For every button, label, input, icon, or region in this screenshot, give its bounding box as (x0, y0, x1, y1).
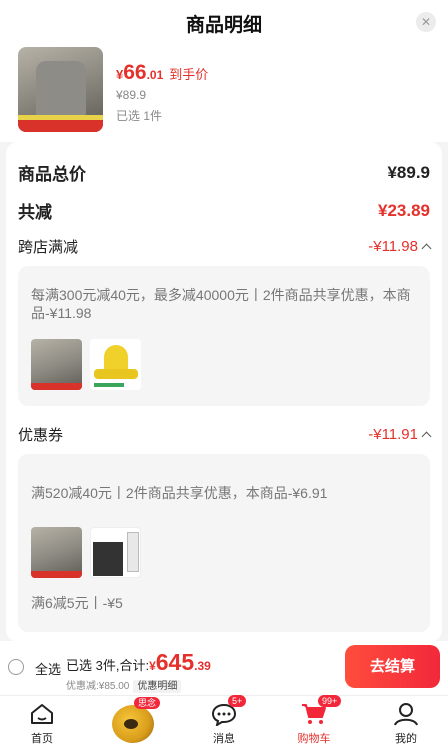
bottom-tabbar: 首页 5+ 消息 99+ 购物车 我的 (0, 695, 448, 747)
profile-icon (394, 703, 418, 726)
reduce-value: ¥23.89 (378, 200, 430, 220)
page-title: 商品明细 (185, 15, 262, 36)
original-price: ¥89.9 (116, 88, 147, 102)
tab-cart[interactable]: 99+ 购物车 (282, 695, 346, 746)
coupon-desc: 满520减40元丨2件商品共享优惠，本商品-¥6.91 (31, 485, 328, 501)
coupon-row[interactable]: 优惠券 -¥11.91 (18, 424, 432, 445)
home-icon (10, 700, 74, 728)
total-label: 商品总价 (18, 165, 86, 184)
promo-badge: 思念 (134, 697, 161, 709)
tab-home[interactable]: 首页 (10, 700, 74, 746)
product-header: 商品明细 ✕ ¥66.01 到手价 ¥89.9 已选 1件 (0, 0, 448, 142)
cart-badge: 99+ (318, 695, 342, 707)
price-detail-card: 商品总价 ¥89.9 共减 ¥23.89 跨店满减 -¥11.98 每满300元… (6, 142, 442, 642)
coupon-detail: 满520减40元丨2件商品共享优惠，本商品-¥6.91 满6减5元丨-¥5 (18, 454, 430, 632)
cross-store-row[interactable]: 跨店满减 -¥11.98 (18, 236, 432, 257)
close-button[interactable]: ✕ (416, 12, 436, 32)
reduce-row: 共减 ¥23.89 (18, 198, 430, 223)
price-tag: 到手价 (169, 67, 209, 82)
tab-profile[interactable]: 我的 (374, 700, 438, 746)
cabinet-thumbnail[interactable] (90, 527, 141, 578)
cross-store-detail: 每满300元减40元，最多减40000元丨2件商品共享优惠，本商品-¥11.98 (18, 266, 430, 406)
promo-tab[interactable]: 思念 (108, 697, 161, 743)
shirt-thumbnail[interactable] (31, 339, 82, 390)
cross-store-amount: -¥11.98 (368, 238, 418, 255)
tab-messages[interactable]: 5+ 消息 (192, 695, 256, 746)
message-badge: 5+ (228, 695, 247, 707)
shirt-thumbnail[interactable] (31, 527, 82, 578)
cross-store-label: 跨店满减 (18, 239, 79, 256)
coupon-label: 优惠券 (18, 427, 64, 444)
select-all-radio[interactable] (8, 659, 24, 675)
final-price: ¥66.01 到手价 (116, 61, 209, 84)
product-image (18, 47, 103, 132)
coupon-amount: -¥11.91 (368, 426, 418, 443)
reduce-label: 共减 (18, 203, 52, 222)
total-value: ¥89.9 (387, 162, 430, 182)
select-all-label[interactable]: 全选 (35, 659, 61, 678)
coupon-desc-2: 满6减5元丨-¥5 (31, 595, 123, 611)
discount-detail-link[interactable]: 优惠明细 (133, 680, 182, 693)
checkout-bar: 全选 已选 3件,合计:¥645.39 优惠减:¥85.00 优惠明细 去结算 (0, 641, 448, 695)
checkout-button[interactable]: 去结算 (345, 645, 440, 688)
discount-line: 优惠减:¥85.00 优惠明细 (66, 677, 182, 693)
total-row: 商品总价 ¥89.9 (18, 160, 430, 185)
yellow-product-thumbnail[interactable] (90, 339, 141, 390)
cross-store-desc: 每满300元减40元，最多减40000元丨2件商品共享优惠，本商品-¥11.98 (31, 287, 411, 321)
chevron-up-icon[interactable] (421, 431, 432, 441)
selected-count: 已选 1件 (116, 109, 163, 123)
chevron-up-icon[interactable] (421, 243, 432, 253)
shirt-shape (36, 61, 86, 117)
total-summary: 已选 3件,合计:¥645.39 (66, 649, 211, 675)
